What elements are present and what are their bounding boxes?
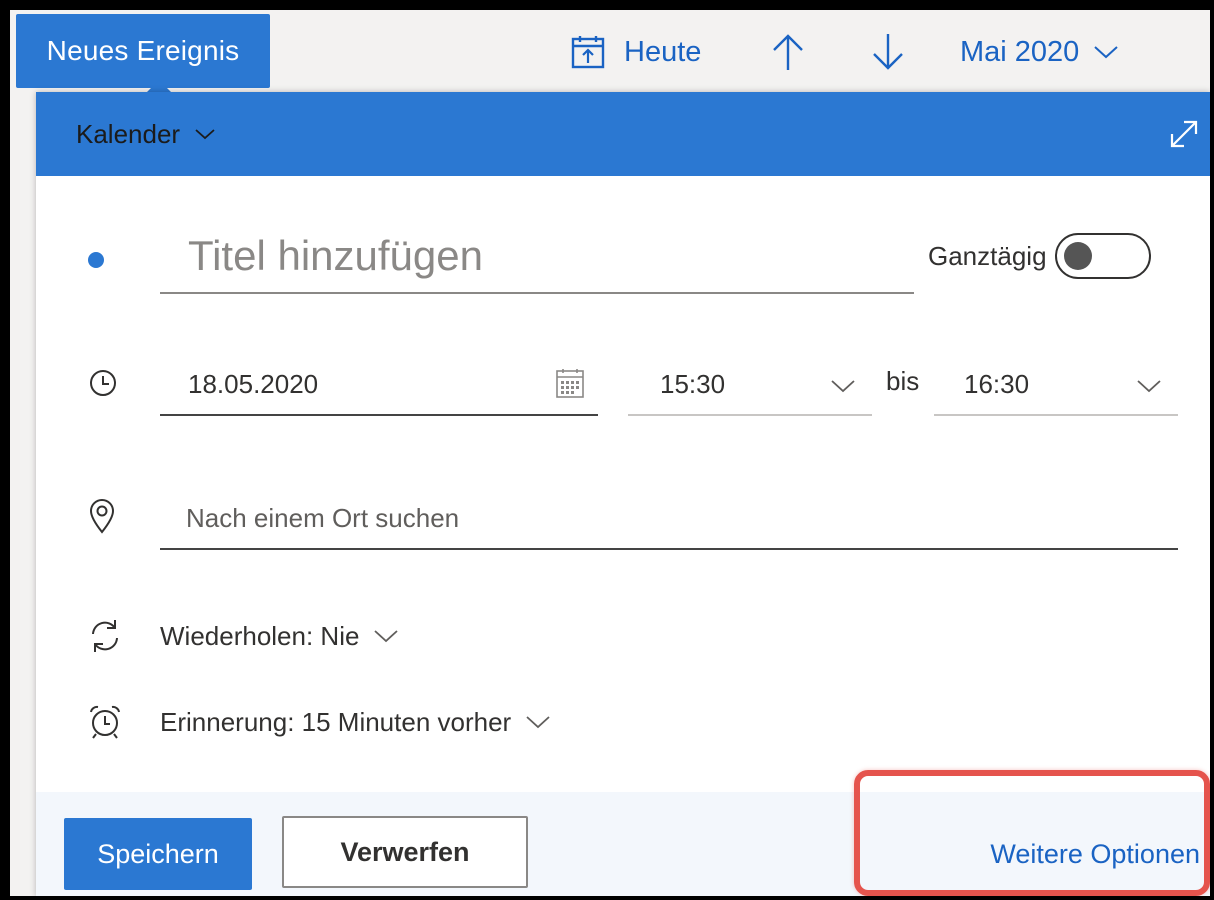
location-field[interactable] [160,488,1178,550]
calendar-label: Kalender [76,118,181,149]
all-day-label: Ganztägig [928,240,1047,271]
new-event-button[interactable]: Neues Ereignis [16,14,270,88]
month-label: Mai 2020 [960,35,1080,68]
calendar-selector[interactable]: Kalender [76,116,216,152]
chevron-down-icon [526,716,550,729]
today-button[interactable]: Heute [570,28,701,76]
dialog-header: Kalender [36,92,1210,176]
repeat-icon [92,620,118,652]
discard-button[interactable]: Verwerfen [282,816,528,888]
end-time-value: 16:30 [964,368,1030,399]
alarm-clock-icon [90,705,120,739]
reminder-dropdown[interactable]: Erinnerung: 15 Minuten vorher [160,702,551,742]
reminder-label: Erinnerung: 15 Minuten vorher [160,706,512,737]
date-value: 18.05.2020 [188,368,319,399]
calendar-app-window: Neues Ereignis Heute Mai 2020 Kalender T… [10,10,1210,896]
start-time-dropdown[interactable]: 15:30 [628,354,872,416]
end-time-dropdown[interactable]: 16:30 [934,354,1178,416]
event-title-input[interactable] [160,220,914,294]
chevron-down-icon [1094,46,1118,59]
expand-button[interactable] [1166,116,1202,157]
to-label: bis [886,366,920,396]
today-label: Heute [624,35,702,68]
expand-icon [1170,120,1198,148]
calendar-color-dot [88,252,104,268]
toggle-knob [1063,242,1092,270]
month-selector[interactable]: Mai 2020 [960,28,1119,76]
clock-icon [90,370,116,396]
next-button[interactable] [870,28,906,76]
all-day-toggle[interactable] [1054,233,1151,279]
calendar-icon[interactable] [556,368,584,398]
chevron-down-icon [195,129,215,140]
repeat-label: Wiederholen: Nie [160,620,360,651]
repeat-dropdown[interactable]: Wiederholen: Nie [160,616,399,656]
all-day-control: Ganztägig [928,232,1151,280]
highlight-annotation [854,770,1210,896]
chevron-down-icon [831,380,855,393]
location-pin-icon [89,499,115,534]
chevron-down-icon [1137,380,1161,393]
start-time-value: 15:30 [660,368,726,399]
location-input[interactable] [186,502,1178,534]
arrow-up-icon [773,34,803,70]
date-field[interactable]: 18.05.2020 [160,354,598,416]
chevron-down-icon [374,630,399,643]
calendar-today-icon [571,36,605,69]
arrow-down-icon [873,34,903,70]
previous-button[interactable] [770,28,806,76]
save-button[interactable]: Speichern [64,818,252,890]
